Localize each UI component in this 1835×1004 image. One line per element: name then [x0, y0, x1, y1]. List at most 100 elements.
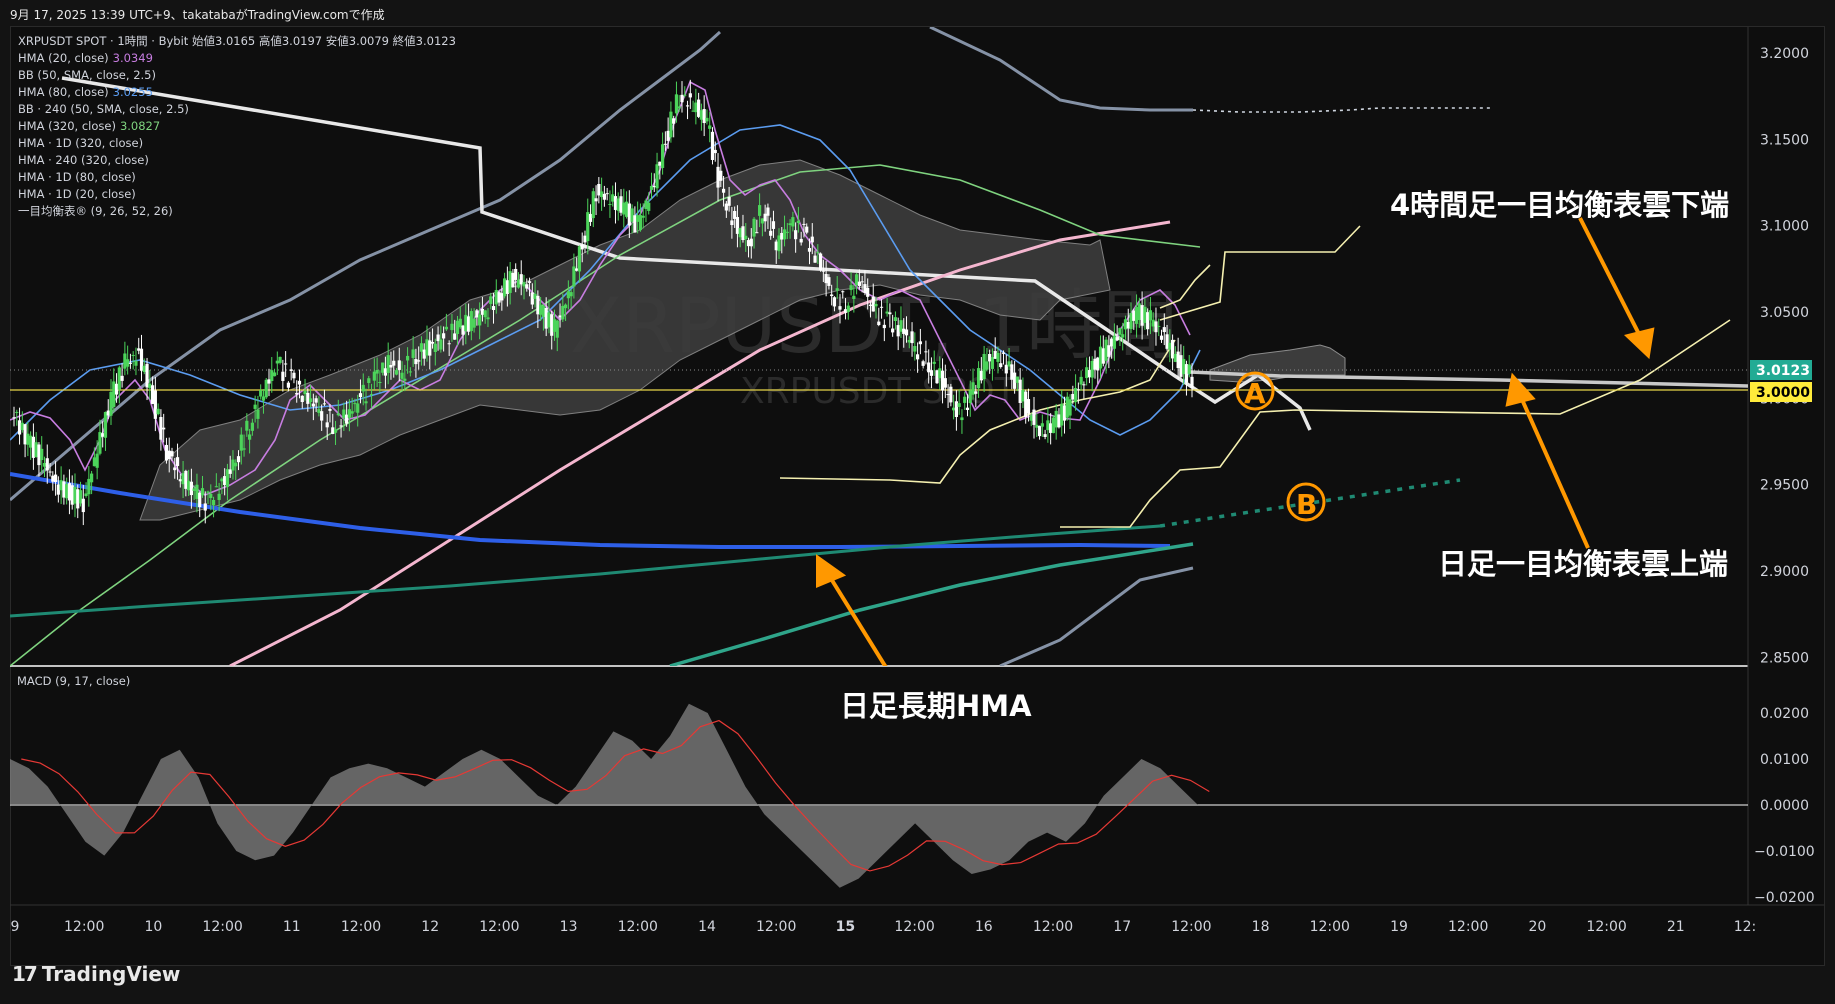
candle-body — [647, 202, 651, 211]
candle-body — [561, 305, 565, 320]
candle-body — [148, 383, 152, 389]
candle-body — [785, 231, 789, 233]
candle-body — [558, 315, 562, 318]
candle-body — [461, 325, 465, 335]
legend-item[interactable]: HMA · 1D (320, close) — [18, 135, 456, 152]
candle-body — [356, 403, 360, 413]
candle-body — [1170, 339, 1175, 359]
candle-body — [943, 378, 947, 388]
candle-body — [713, 149, 717, 154]
candle-body — [544, 307, 548, 329]
legend-item[interactable]: 一目均衡表® (9, 26, 52, 26) — [18, 203, 456, 220]
macd-tick: 0.0000 — [1760, 798, 1809, 814]
candle-body — [311, 403, 315, 407]
tradingview-logo-icon: 𝟭𝟳 — [12, 962, 38, 986]
candle-body — [780, 232, 784, 240]
candle-body — [414, 359, 418, 365]
candle-body — [1073, 388, 1078, 403]
candle-body — [178, 479, 182, 482]
macd-tick: −0.0100 — [1754, 844, 1815, 860]
candle-body — [882, 324, 886, 329]
legend-item[interactable]: XRPUSDT SPOT · 1時間 · Bybit 始値3.0165 高値3.… — [18, 33, 456, 50]
candle-body — [264, 379, 268, 398]
legend-item[interactable]: HMA · 1D (80, close) — [18, 169, 456, 186]
candle-body — [921, 361, 925, 366]
time-tick: 13 — [560, 919, 578, 935]
legend-item[interactable]: HMA (80, close) 3.0255 — [18, 84, 456, 101]
candle-body — [317, 409, 321, 413]
candle-body — [500, 293, 504, 301]
candle-body — [774, 241, 778, 251]
price-tick: 2.9000 — [1760, 564, 1809, 580]
candle-body — [871, 296, 875, 312]
candle-body — [156, 408, 160, 415]
candle-body — [1001, 352, 1006, 354]
time-tick: 21 — [1667, 919, 1685, 935]
candle-body — [345, 414, 349, 424]
time-tick: 17 — [1113, 919, 1131, 935]
candle-body — [874, 303, 878, 307]
candle-body — [53, 474, 58, 483]
candle-body — [1049, 423, 1053, 433]
candle-body — [267, 379, 271, 384]
candle-body — [602, 193, 606, 200]
candle-body — [353, 403, 357, 405]
candle-body — [397, 360, 401, 370]
candle-body — [145, 363, 149, 388]
candle-body — [816, 252, 820, 254]
candle-body — [636, 215, 640, 222]
candle-body — [691, 110, 695, 112]
hma-240-320-line — [10, 524, 1161, 618]
candle-body — [392, 360, 396, 366]
candle-body — [1187, 364, 1191, 374]
candle-body — [358, 393, 363, 398]
candle-body — [855, 274, 859, 285]
legend-item[interactable]: BB (50, SMA, close, 2.5) — [18, 67, 456, 84]
bb-lower-line — [999, 566, 1194, 666]
level-text: 3.0000 — [1756, 385, 1810, 401]
legend-item[interactable]: HMA (20, close) 3.0349 — [18, 50, 456, 67]
candle-body — [1112, 335, 1116, 349]
candle-body — [383, 368, 388, 376]
legend-item[interactable]: HMA · 240 (320, close) — [18, 152, 456, 169]
price-tick: 3.2000 — [1760, 46, 1809, 62]
candle-body — [62, 481, 66, 498]
candle-body — [1143, 306, 1147, 323]
candle-body — [217, 493, 221, 500]
candle-body — [965, 407, 970, 411]
candle-body — [195, 484, 199, 499]
candle-body — [289, 369, 293, 372]
candle-body — [256, 409, 260, 419]
candle-body — [1013, 372, 1017, 389]
legend-item[interactable]: BB · 240 (50, SMA, close, 2.5) — [18, 101, 456, 118]
candle-body — [1132, 310, 1136, 321]
candle-body — [23, 424, 27, 445]
candle-body — [633, 215, 637, 233]
candle-body — [846, 305, 850, 312]
candle-body — [893, 317, 898, 321]
candle-body — [433, 343, 437, 353]
candle-body — [73, 486, 77, 504]
legend-item[interactable]: HMA · 1D (20, close) — [18, 186, 456, 203]
time-tick: 14 — [698, 919, 716, 935]
candle-body — [511, 272, 515, 288]
candle-body — [516, 279, 521, 288]
candle-body — [336, 413, 340, 416]
candle-body — [796, 220, 801, 223]
annotation-daily-long-hma: 日足長期HMA — [840, 689, 1032, 723]
legend-item[interactable]: HMA (320, close) 3.0827 — [18, 118, 456, 135]
candle-body — [957, 403, 961, 407]
candle-body — [1046, 420, 1050, 431]
price-axis: 3.20003.15003.10003.05003.00002.95002.90… — [1760, 46, 1809, 666]
candle-body — [67, 483, 72, 501]
candle-body — [810, 236, 814, 243]
candle-body — [472, 319, 476, 328]
candle-body — [81, 498, 85, 513]
time-tick: 16 — [975, 919, 993, 935]
candle-body — [333, 429, 338, 433]
candle-body — [261, 396, 266, 401]
candle-body — [594, 198, 598, 202]
candle-body — [1162, 327, 1166, 333]
candle-body — [1098, 346, 1103, 369]
candle-body — [591, 191, 595, 219]
